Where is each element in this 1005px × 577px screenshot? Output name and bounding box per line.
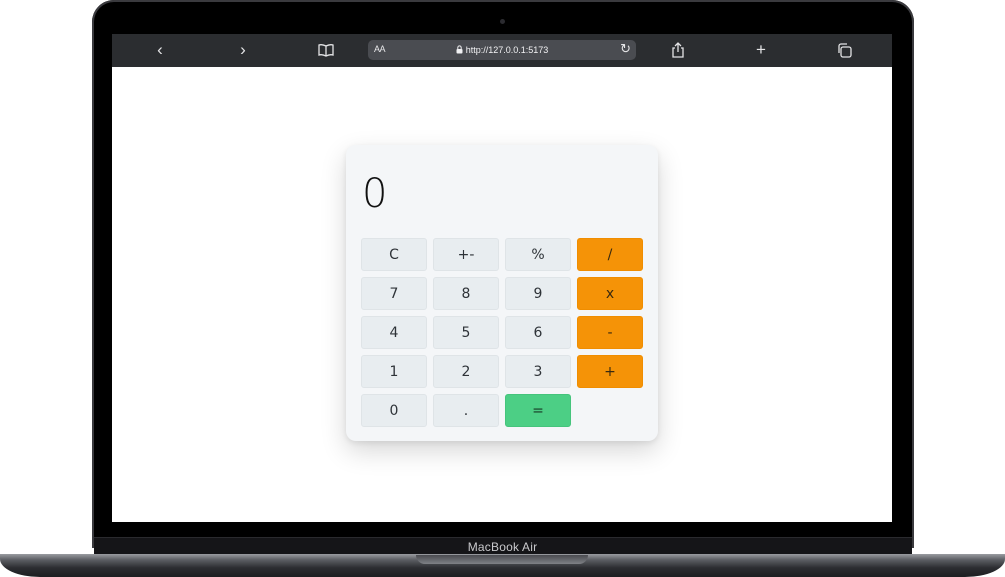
digit-9-key[interactable]: 9 (505, 277, 571, 310)
multiply-key[interactable]: x (577, 277, 643, 310)
chevron-right-icon[interactable]: › (231, 40, 255, 60)
calculator: 0 C +-%/ 7 8 9 x 4 5 6- 1 2 3 +0. = (346, 145, 658, 441)
address-bar[interactable]: AA http://127.0.0.1:5173 ↻ (368, 40, 636, 60)
digit-5-key[interactable]: 5 (433, 316, 499, 349)
divide-key[interactable]: / (577, 238, 643, 271)
laptop-notch (416, 555, 588, 564)
digit-6-key[interactable]: 6 (505, 316, 571, 349)
url-text: http://127.0.0.1:5173 (465, 45, 549, 55)
device-label: MacBook Air (467, 540, 538, 554)
digit-8-key[interactable]: 8 (433, 277, 499, 310)
chevron-left-icon[interactable]: ‹ (148, 40, 172, 60)
calculator-keypad: C +-%/ 7 8 9 x 4 5 6- 1 2 3 +0. = (361, 238, 645, 427)
plus-minus-key[interactable]: +- (433, 238, 499, 271)
share-icon[interactable] (666, 40, 690, 60)
reload-icon[interactable]: ↻ (620, 41, 631, 57)
digit-3-key[interactable]: 3 (505, 355, 571, 388)
book-icon[interactable] (314, 40, 338, 60)
digit-2-key[interactable]: 2 (433, 355, 499, 388)
decimal-key[interactable]: . (433, 394, 499, 427)
browser-toolbar: ‹ › AA http://127.0.0.1:5173 ↻ + (112, 34, 892, 67)
calculator-display: 0 (362, 171, 388, 217)
browser-screen: ‹ › AA http://127.0.0.1:5173 ↻ + 0 C +- … (112, 34, 892, 522)
digit-0-key[interactable]: 0 (361, 394, 427, 427)
subtract-key[interactable]: - (577, 316, 643, 349)
clear-key[interactable]: C (361, 238, 427, 271)
equals-key[interactable]: = (505, 394, 571, 427)
add-key[interactable]: + (577, 355, 643, 388)
digit-7-key[interactable]: 7 (361, 277, 427, 310)
camera-icon (500, 19, 505, 24)
digit-1-key[interactable]: 1 (361, 355, 427, 388)
digit-4-key[interactable]: 4 (361, 316, 427, 349)
percent-key[interactable]: % (505, 238, 571, 271)
plus-icon[interactable]: + (749, 40, 773, 60)
lock-icon (456, 44, 463, 56)
tabs-icon[interactable] (832, 40, 856, 60)
